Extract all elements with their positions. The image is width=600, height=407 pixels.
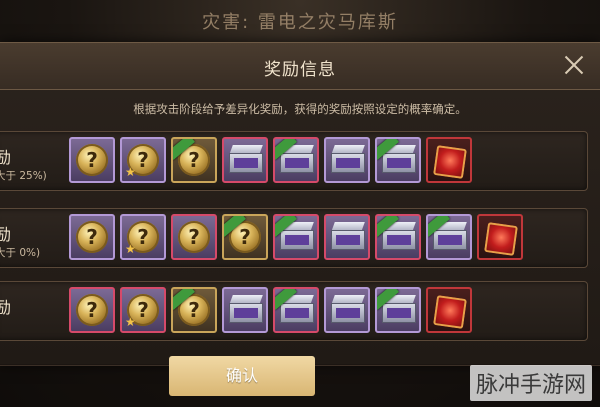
- reward-item-chest[interactable]: [273, 137, 319, 183]
- reward-item-mystery-coin[interactable]: ?: [222, 214, 268, 260]
- open-chest-icon: [280, 230, 314, 250]
- background-title: 灾害: 雷电之灾马库斯: [202, 12, 398, 33]
- reward-row-label: 励: [0, 298, 12, 317]
- reward-item-mystery-coin[interactable]: ?: [171, 287, 217, 333]
- dialog-header: 奖励信息: [0, 43, 600, 90]
- reward-item-chest[interactable]: [222, 137, 268, 183]
- reward-row-3: 励 ) ??★?: [0, 281, 588, 341]
- mystery-coin-icon: ?: [76, 221, 108, 253]
- mystery-coin-icon: ?: [178, 221, 210, 253]
- reward-item-gembox[interactable]: [426, 287, 472, 333]
- reward-item-chest[interactable]: [222, 287, 268, 333]
- reward-item-mystery-coin[interactable]: ?: [171, 137, 217, 183]
- open-chest-icon: [382, 153, 416, 173]
- reward-item-chest[interactable]: [375, 287, 421, 333]
- red-gem-box-icon: [484, 222, 518, 256]
- reward-item-gembox[interactable]: [426, 137, 472, 183]
- reward-item-chest[interactable]: [426, 214, 472, 260]
- reward-row-label: 励: [0, 225, 12, 244]
- open-chest-icon: [382, 230, 416, 250]
- open-chest-icon: [280, 303, 314, 323]
- reward-item-mystery-coin[interactable]: ?: [69, 137, 115, 183]
- question-mark-glyph: ?: [86, 148, 98, 172]
- reward-item-chest[interactable]: [375, 137, 421, 183]
- reward-info-dialog: 奖励信息 根据攻击阶段给予差异化奖励，获得的奖励按照设定的概率确定。 励 大于 …: [0, 42, 600, 366]
- close-icon[interactable]: [562, 53, 586, 77]
- reward-item-gembox[interactable]: [477, 214, 523, 260]
- reward-row-label: 励: [0, 148, 12, 167]
- star-icon: ★: [125, 315, 136, 329]
- question-mark-glyph: ?: [188, 225, 200, 249]
- reward-item-chest[interactable]: [273, 287, 319, 333]
- open-chest-icon: [331, 230, 365, 250]
- red-gem-box-icon: [433, 295, 467, 329]
- question-mark-glyph: ?: [86, 225, 98, 249]
- open-chest-icon: [382, 303, 416, 323]
- star-icon: ★: [125, 242, 136, 256]
- mystery-coin-icon: ?: [76, 294, 108, 326]
- open-chest-icon: [280, 153, 314, 173]
- open-chest-icon: [229, 303, 263, 323]
- open-chest-icon: [229, 153, 263, 173]
- reward-item-chest[interactable]: [375, 214, 421, 260]
- reward-item-mystery-coin[interactable]: ?: [171, 214, 217, 260]
- reward-item-mystery-coin[interactable]: ?: [69, 287, 115, 333]
- dialog-title: 奖励信息: [264, 60, 336, 80]
- reward-item-chest[interactable]: [324, 214, 370, 260]
- watermark: 脉冲手游网: [469, 365, 592, 401]
- reward-row-2: 励 大于 0%) ? ? ★??: [0, 208, 588, 268]
- reward-row-sublabel: 大于 25%): [0, 170, 47, 182]
- mystery-coin-icon: ?: [76, 144, 108, 176]
- reward-item-mystery-coin[interactable]: ? ★: [120, 137, 166, 183]
- question-mark-glyph: ?: [86, 298, 98, 322]
- reward-item-chest[interactable]: [324, 137, 370, 183]
- reward-item-chest[interactable]: [273, 214, 319, 260]
- reward-item-mystery-coin[interactable]: ? ★: [120, 214, 166, 260]
- open-chest-icon: [433, 230, 467, 250]
- confirm-button[interactable]: 确认: [169, 356, 315, 396]
- open-chest-icon: [331, 153, 365, 173]
- reward-row-sublabel: 大于 0%): [0, 247, 41, 259]
- reward-item-mystery-coin[interactable]: ? ★: [120, 287, 166, 333]
- reward-row-1: 励 大于 25%) ?? ★?: [0, 131, 588, 191]
- star-icon: ★: [125, 165, 136, 179]
- dialog-description: 根据攻击阶段给予差异化奖励，获得的奖励按照设定的概率确定。: [133, 102, 467, 116]
- reward-item-mystery-coin[interactable]: ?: [69, 214, 115, 260]
- open-chest-icon: [331, 303, 365, 323]
- reward-item-chest[interactable]: [324, 287, 370, 333]
- red-gem-box-icon: [433, 145, 467, 179]
